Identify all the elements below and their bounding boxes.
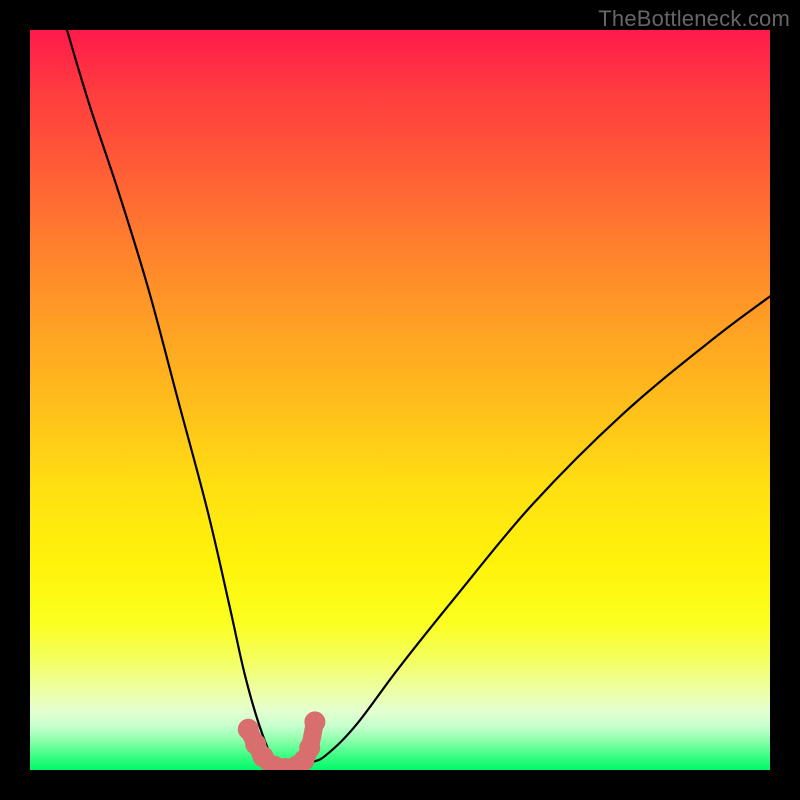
bottleneck-curve bbox=[67, 30, 770, 770]
chart-frame: TheBottleneck.com bbox=[0, 0, 800, 800]
optimal-zone-markers bbox=[238, 712, 325, 770]
marker-dot bbox=[305, 712, 325, 732]
plot-area bbox=[30, 30, 770, 770]
watermark-text: TheBottleneck.com bbox=[598, 6, 790, 32]
marker-dot bbox=[300, 738, 320, 758]
chart-svg bbox=[30, 30, 770, 770]
